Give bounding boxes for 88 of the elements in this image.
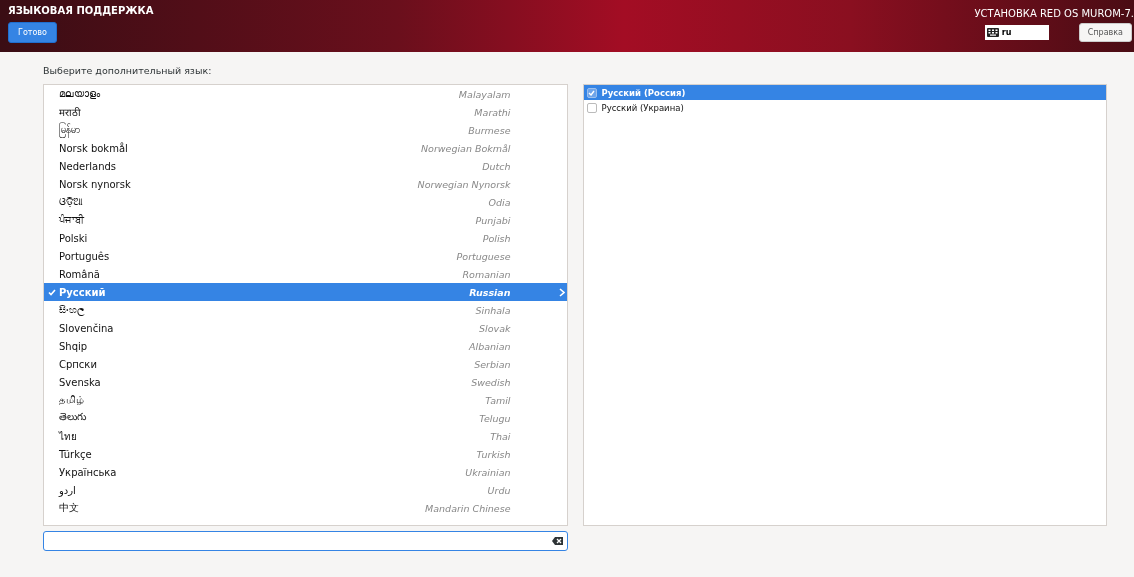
language-row[interactable]: Română Romanian xyxy=(44,265,567,283)
english-language-name: Serbian xyxy=(474,358,512,370)
english-language-name: Norwegian Bokmål xyxy=(420,142,512,154)
native-language-name: ਪੰਜਾਬੀ xyxy=(59,214,86,226)
native-language-name: తెలుగు xyxy=(59,411,87,424)
english-language-name: Portuguese xyxy=(456,250,512,262)
native-language-name: Português xyxy=(59,250,111,262)
english-language-name: Ukrainian xyxy=(465,466,512,478)
locale-name: Русский (Россия) xyxy=(601,87,686,98)
english-language-name: Malayalam xyxy=(458,88,512,100)
checkbox[interactable] xyxy=(586,87,597,98)
language-row[interactable]: Українська Ukrainian xyxy=(44,463,567,481)
native-language-name: Polski xyxy=(59,232,89,244)
language-row[interactable]: Русский Russian xyxy=(44,283,567,301)
clear-icon[interactable] xyxy=(551,537,563,545)
language-row[interactable]: Polski Polish xyxy=(44,229,567,247)
english-language-name: Sinhala xyxy=(475,304,512,316)
english-language-name: Thai xyxy=(490,430,512,442)
language-row[interactable]: मराठी Marathi xyxy=(44,103,567,121)
language-row[interactable]: Svenska Swedish xyxy=(44,373,567,391)
language-row[interactable]: Српски Serbian xyxy=(44,355,567,373)
native-language-name: Shqip xyxy=(59,340,89,352)
native-language-name: ଓଡ଼ିଆ xyxy=(59,196,84,208)
native-language-name: Norsk nynorsk xyxy=(59,178,132,190)
english-language-name: Odia xyxy=(488,196,512,208)
native-language-name: සිංහල xyxy=(59,304,86,316)
help-button[interactable]: Справка xyxy=(1078,23,1132,42)
language-row[interactable]: Norsk bokmål Norwegian Bokmål xyxy=(44,139,567,157)
native-language-name: Slovenčina xyxy=(59,322,115,334)
native-language-name: मराठी xyxy=(59,106,82,119)
native-language-name: Türkçe xyxy=(59,448,93,460)
native-language-name: Norsk bokmål xyxy=(59,142,129,154)
locale-row[interactable]: Русский (Россия) xyxy=(583,85,1106,100)
language-row[interactable]: Shqip Albanian xyxy=(44,337,567,355)
language-row[interactable]: മലയാളം Malayalam xyxy=(44,85,567,103)
english-language-name: Slovak xyxy=(479,322,512,334)
language-row[interactable]: Norsk nynorsk Norwegian Nynorsk xyxy=(44,175,567,193)
language-row[interactable]: తెలుగు Telugu xyxy=(44,409,567,427)
english-language-name: Turkish xyxy=(476,448,512,460)
screen-title: ЯЗЫКОВАЯ ПОДДЕРЖКА xyxy=(8,5,154,16)
english-language-name: Albanian xyxy=(469,340,512,352)
language-row[interactable]: தமிழ் Tamil xyxy=(44,391,567,409)
language-row[interactable]: ไทย Thai xyxy=(44,427,567,445)
native-language-name: Svenska xyxy=(59,376,102,388)
locale-name: Русский (Украина) xyxy=(601,102,684,113)
language-row[interactable]: မြန်မာ Burmese xyxy=(44,121,567,139)
language-row[interactable]: ଓଡ଼ିଆ Odia xyxy=(44,193,567,211)
english-language-name: Dutch xyxy=(482,160,512,172)
native-language-name: اردو xyxy=(59,484,77,496)
chevron-right-icon xyxy=(558,287,565,297)
checkbox[interactable] xyxy=(586,102,597,113)
language-row[interactable]: Português Portuguese xyxy=(44,247,567,265)
locale-row[interactable]: Русский (Украина) xyxy=(583,100,1106,115)
native-language-name: Српски xyxy=(59,358,98,370)
language-row[interactable]: Nederlands Dutch xyxy=(44,157,567,175)
keyboard-layout-indicator[interactable]: ru xyxy=(984,25,1049,40)
search-field[interactable] xyxy=(43,531,568,551)
native-language-name: தமிழ் xyxy=(59,393,85,407)
english-language-name: Romanian xyxy=(462,268,512,280)
native-language-name: ไทย xyxy=(59,429,78,444)
prompt-label: Выберите дополнительный язык: xyxy=(43,65,213,76)
english-language-name: Norwegian Nynorsk xyxy=(417,178,512,190)
english-language-name: Burmese xyxy=(468,124,512,136)
english-language-name: Swedish xyxy=(471,376,512,388)
language-row[interactable]: Türkçe Turkish xyxy=(44,445,567,463)
native-language-name: Nederlands xyxy=(59,160,118,172)
language-row[interactable]: Slovenčina Slovak xyxy=(44,319,567,337)
done-button[interactable]: Готово xyxy=(8,22,57,43)
native-language-name: Русский xyxy=(59,286,107,298)
keyboard-icon xyxy=(986,28,999,37)
english-language-name: Urdu xyxy=(487,484,512,496)
english-language-name: Marathi xyxy=(474,106,512,118)
language-row[interactable]: 中文 Mandarin Chinese xyxy=(44,499,567,517)
language-row[interactable]: ਪੰਜਾਬੀ Punjabi xyxy=(44,211,567,229)
language-row[interactable]: සිංහල Sinhala xyxy=(44,301,567,319)
native-language-name: မြန်မာ xyxy=(59,122,469,138)
english-language-name: Punjabi xyxy=(475,214,512,226)
native-language-name: Română xyxy=(59,268,101,280)
english-language-name: Russian xyxy=(469,286,512,298)
english-language-name: Polish xyxy=(482,232,512,244)
native-language-name: Українська xyxy=(59,466,118,478)
english-language-name: Tamil xyxy=(485,394,512,406)
english-language-name: Mandarin Chinese xyxy=(425,502,512,514)
native-language-name: മലയാളം xyxy=(59,88,101,100)
product-title: УСТАНОВКА RED OS MUROM-7. xyxy=(974,8,1134,19)
native-language-name: 中文 xyxy=(59,501,80,515)
english-language-name: Telugu xyxy=(479,412,512,424)
checkmark-icon xyxy=(47,288,56,296)
